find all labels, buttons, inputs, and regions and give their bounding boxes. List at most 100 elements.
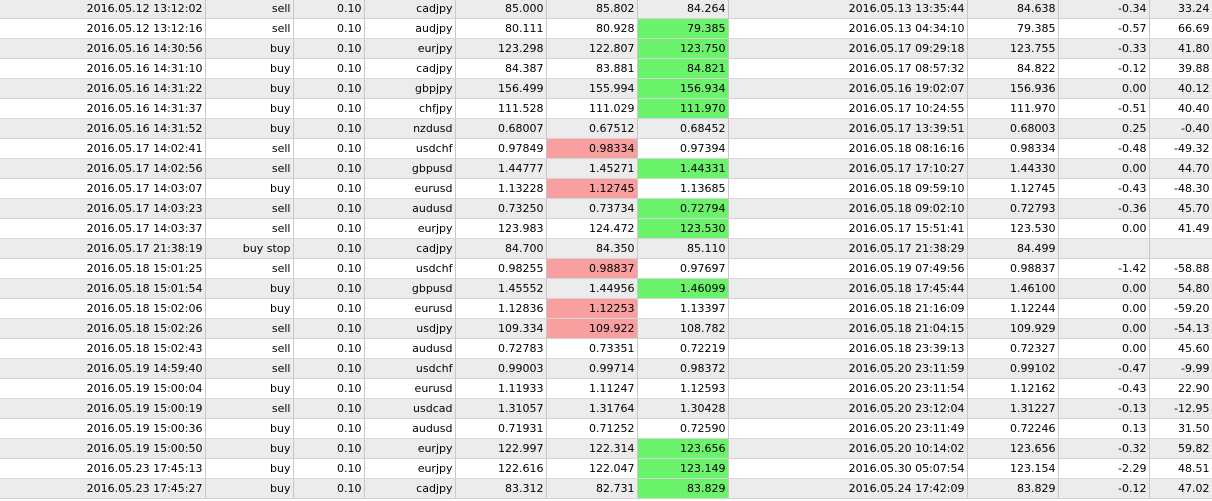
table-row[interactable]: 2016.05.18 15:02:06 buy 0.10 eurusd 1.12836 1… (0, 298, 1212, 319)
table-row[interactable]: 2016.05.16 14:31:10 buy 0.10 cadjpy 84.387 83… (0, 58, 1212, 79)
table-row[interactable]: 2016.05.16 14:31:52 buy 0.10 nzdusd 0.68007 0… (0, 118, 1212, 139)
close-price-cell: 156.936 (967, 78, 1059, 99)
stop-loss-cell: 122.047 (546, 458, 638, 479)
stop-loss-cell: 111.029 (546, 98, 638, 119)
table-row[interactable]: 2016.05.19 15:00:50 buy 0.10 eurjpy 122.997 1… (0, 438, 1212, 459)
stop-loss-cell: 0.67512 (546, 118, 638, 139)
take-profit-cell: 1.13685 (637, 178, 729, 199)
symbol-cell: cadjpy (364, 58, 456, 79)
open-time-cell: 2016.05.17 14:03:37 (0, 218, 206, 239)
swap-cell: -0.57 (1058, 18, 1150, 39)
stop-loss-cell: 1.12745 (546, 178, 638, 199)
order-type-cell: buy (205, 178, 294, 199)
table-row[interactable]: 2016.05.19 14:59:40 sell 0.10 usdchf 0.99003… (0, 358, 1212, 379)
table-row[interactable]: 2016.05.23 17:45:13 buy 0.10 eurjpy 122.616 1… (0, 458, 1212, 479)
close-time-cell: 2016.05.18 09:59:10 (728, 178, 968, 199)
profit-cell: 45.70 (1149, 198, 1212, 219)
open-price-cell: 0.97849 (455, 138, 547, 159)
table-row[interactable]: 2016.05.18 15:02:43 sell 0.10 audusd 0.72783… (0, 338, 1212, 359)
close-time-cell: 2016.05.30 05:07:54 (728, 458, 968, 479)
symbol-cell: cadjpy (364, 0, 456, 19)
table-row[interactable]: 2016.05.12 13:12:02 sell 0.10 cadjpy 85.000 8… (0, 0, 1212, 19)
order-type-cell: buy (205, 378, 294, 399)
stop-loss-cell: 0.71252 (546, 418, 638, 439)
open-price-cell: 0.71931 (455, 418, 547, 439)
lot-size-cell: 0.10 (293, 298, 365, 319)
lot-size-cell: 0.10 (293, 18, 365, 39)
table-row[interactable]: 2016.05.18 15:01:25 sell 0.10 usdchf 0.98255… (0, 258, 1212, 279)
close-price-cell: 1.46100 (967, 278, 1059, 299)
open-price-cell: 80.111 (455, 18, 547, 39)
symbol-cell: nzdusd (364, 118, 456, 139)
table-row[interactable]: 2016.05.19 15:00:04 buy 0.10 eurusd 1.11933 1… (0, 378, 1212, 399)
table-row[interactable]: 2016.05.17 21:38:19 buy stop 0.10 cadjpy 84.… (0, 238, 1212, 259)
order-type-cell: sell (205, 338, 294, 359)
table-row[interactable]: 2016.05.19 15:00:36 buy 0.10 audusd 0.71931 0… (0, 418, 1212, 439)
open-time-cell: 2016.05.17 21:38:19 (0, 238, 206, 259)
swap-cell (1058, 238, 1150, 259)
take-profit-cell: 1.30428 (637, 398, 729, 419)
stop-loss-cell: 84.350 (546, 238, 638, 259)
close-time-cell: 2016.05.18 21:04:15 (728, 318, 968, 339)
table-row[interactable]: 2016.05.18 15:02:26 sell 0.10 usdjpy 109.334… (0, 318, 1212, 339)
profit-cell: -58.88 (1149, 258, 1212, 279)
take-profit-cell: 123.750 (637, 38, 729, 59)
order-type-cell: buy (205, 278, 294, 299)
table-row[interactable]: 2016.05.16 14:30:56 buy 0.10 eurjpy 123.298 1… (0, 38, 1212, 59)
close-price-cell: 84.499 (967, 238, 1059, 259)
profit-cell: 40.40 (1149, 98, 1212, 119)
symbol-cell: eurusd (364, 178, 456, 199)
table-row[interactable]: 2016.05.17 14:03:23 sell 0.10 audusd 0.73250… (0, 198, 1212, 219)
table-row[interactable]: 2016.05.17 14:03:37 sell 0.10 eurjpy 123.983… (0, 218, 1212, 239)
take-profit-cell: 0.72219 (637, 338, 729, 359)
table-row[interactable]: 2016.05.19 15:00:19 sell 0.10 usdcad 1.31057… (0, 398, 1212, 419)
profit-cell: 41.80 (1149, 38, 1212, 59)
table-row[interactable]: 2016.05.17 14:03:07 buy 0.10 eurusd 1.13228 1… (0, 178, 1212, 199)
table-row[interactable]: 2016.05.17 14:02:41 sell 0.10 usdchf 0.97849… (0, 138, 1212, 159)
symbol-cell: eurjpy (364, 218, 456, 239)
lot-size-cell: 0.10 (293, 318, 365, 339)
profit-cell: -54.13 (1149, 318, 1212, 339)
lot-size-cell: 0.10 (293, 178, 365, 199)
open-time-cell: 2016.05.17 14:03:07 (0, 178, 206, 199)
stop-loss-cell: 109.922 (546, 318, 638, 339)
trade-rows: 2016.05.12 13:12:02 sell 0.10 cadjpy 85.000 8… (0, 0, 1212, 499)
symbol-cell: usdchf (364, 138, 456, 159)
take-profit-cell: 84.264 (637, 0, 729, 19)
swap-cell: -0.51 (1058, 98, 1150, 119)
close-price-cell: 0.98837 (967, 258, 1059, 279)
table-row[interactable]: 2016.05.16 14:31:37 buy 0.10 chfjpy 111.528 1… (0, 98, 1212, 119)
open-price-cell: 1.11933 (455, 378, 547, 399)
order-type-cell: buy (205, 458, 294, 479)
close-price-cell: 79.385 (967, 18, 1059, 39)
lot-size-cell: 0.10 (293, 218, 365, 239)
table-row[interactable]: 2016.05.18 15:01:54 buy 0.10 gbpusd 1.45552 1… (0, 278, 1212, 299)
lot-size-cell: 0.10 (293, 378, 365, 399)
symbol-cell: audjpy (364, 18, 456, 39)
lot-size-cell: 0.10 (293, 158, 365, 179)
profit-cell: -9.99 (1149, 358, 1212, 379)
close-price-cell: 1.31227 (967, 398, 1059, 419)
order-type-cell: sell (205, 138, 294, 159)
stop-loss-cell: 85.802 (546, 0, 638, 19)
stop-loss-cell: 124.472 (546, 218, 638, 239)
order-type-cell: buy (205, 438, 294, 459)
lot-size-cell: 0.10 (293, 98, 365, 119)
open-price-cell: 83.312 (455, 478, 547, 499)
close-price-cell: 1.12745 (967, 178, 1059, 199)
profit-cell: 22.90 (1149, 378, 1212, 399)
table-row[interactable]: 2016.05.16 14:31:22 buy 0.10 gbpjpy 156.499 1… (0, 78, 1212, 99)
table-row[interactable]: 2016.05.12 13:12:16 sell 0.10 audjpy 80.111 8… (0, 18, 1212, 39)
open-price-cell: 0.68007 (455, 118, 547, 139)
table-row[interactable]: 2016.05.17 14:02:56 sell 0.10 gbpusd 1.44777… (0, 158, 1212, 179)
profit-cell: 41.49 (1149, 218, 1212, 239)
close-time-cell: 2016.05.20 23:11:59 (728, 358, 968, 379)
swap-cell: -0.33 (1058, 38, 1150, 59)
open-time-cell: 2016.05.19 14:59:40 (0, 358, 206, 379)
close-time-cell: 2016.05.18 08:16:16 (728, 138, 968, 159)
close-time-cell: 2016.05.17 09:29:18 (728, 38, 968, 59)
stop-loss-cell: 83.881 (546, 58, 638, 79)
table-row[interactable]: 2016.05.23 17:45:27 buy 0.10 cadjpy 83.312 82… (0, 478, 1212, 499)
lot-size-cell: 0.10 (293, 0, 365, 19)
take-profit-cell: 0.72794 (637, 198, 729, 219)
